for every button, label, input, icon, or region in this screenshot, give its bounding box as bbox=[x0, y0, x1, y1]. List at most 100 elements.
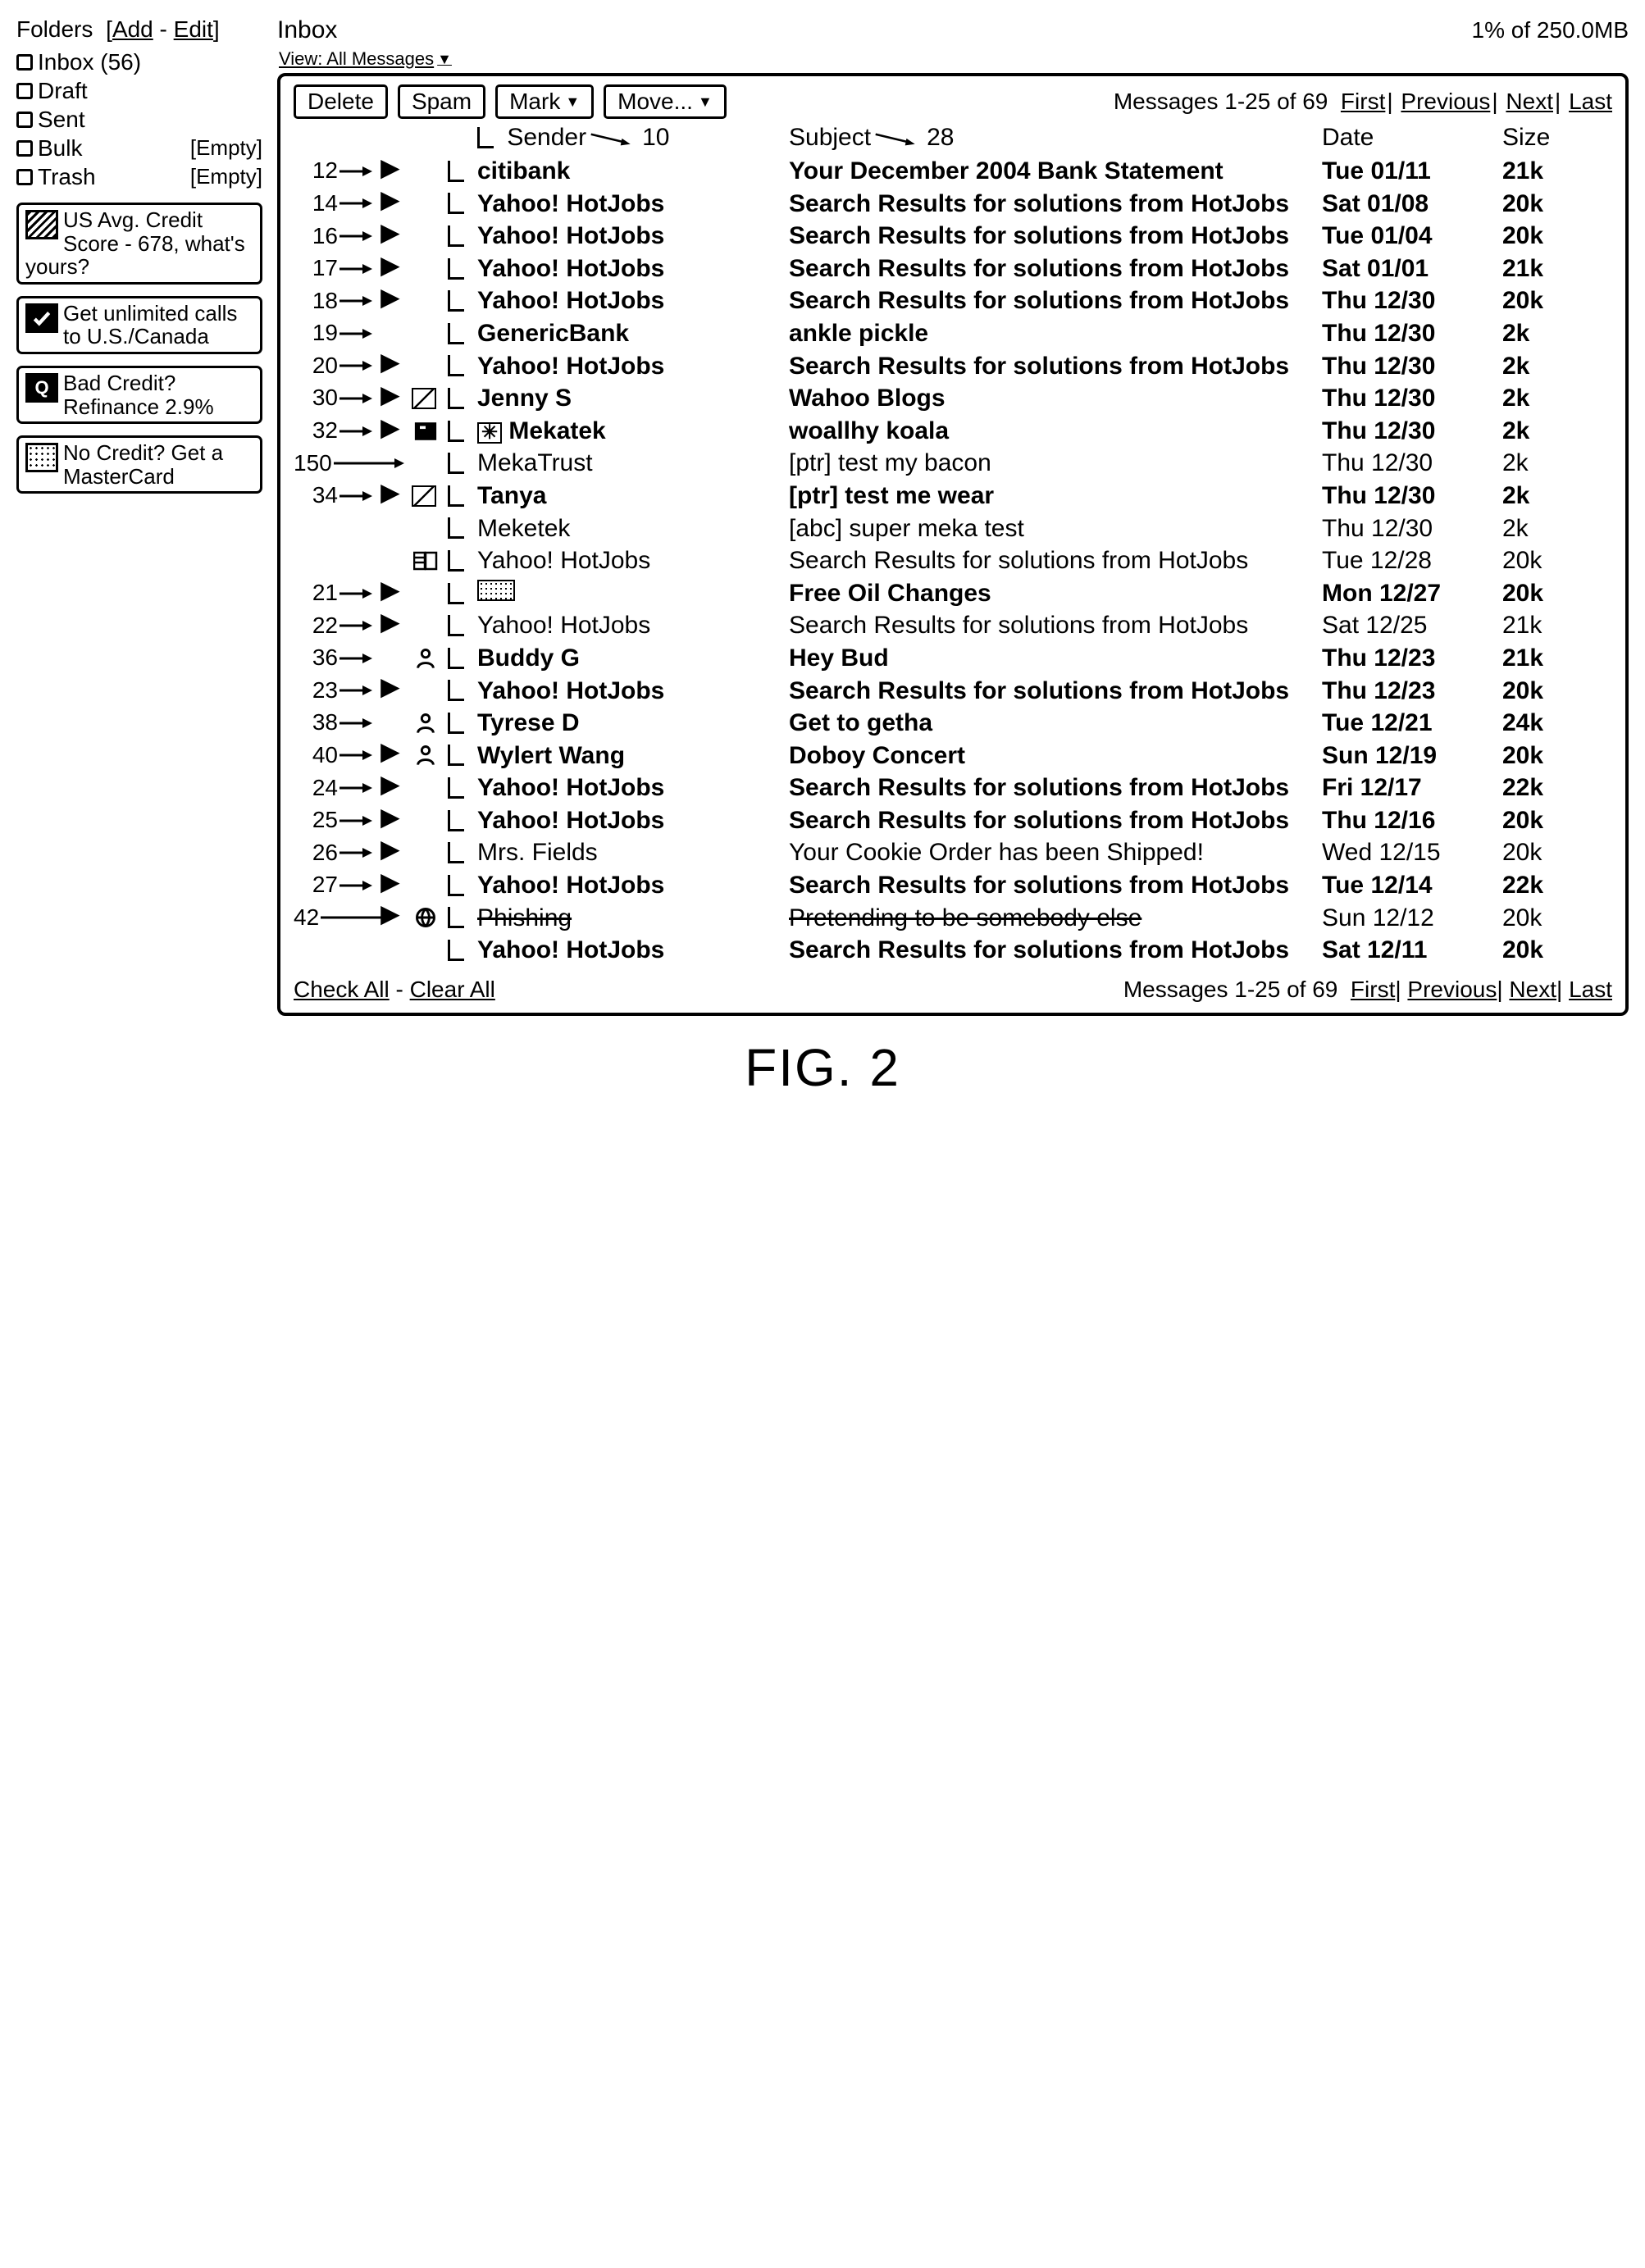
message-row[interactable]: Yahoo! HotJobsSearch Results for solutio… bbox=[294, 934, 1612, 967]
message-row[interactable]: 17Yahoo! HotJobsSearch Results for solut… bbox=[294, 253, 1612, 285]
move-button[interactable]: Move...▼ bbox=[604, 84, 727, 119]
message-subject: [ptr] test my bacon bbox=[789, 447, 1322, 480]
pager-first[interactable]: First bbox=[1341, 89, 1385, 114]
message-sender: Meketek bbox=[477, 512, 789, 545]
callout-number: 40 bbox=[294, 740, 376, 771]
message-row[interactable]: 23Yahoo! HotJobsSearch Results for solut… bbox=[294, 675, 1612, 708]
message-sender: Yahoo! HotJobs bbox=[477, 675, 789, 708]
folder-item[interactable]: Draft bbox=[16, 76, 262, 105]
sidebar-ad[interactable]: Get unlimited calls to U.S./Canada bbox=[16, 296, 262, 354]
sidebar-ad[interactable]: No Credit? Get a MasterCard bbox=[16, 435, 262, 494]
message-date: Sun 12/12 bbox=[1322, 902, 1502, 935]
message-row[interactable]: 12citibankYour December 2004 Bank Statem… bbox=[294, 155, 1612, 188]
message-date: Sat 12/25 bbox=[1322, 609, 1502, 642]
message-checkbox[interactable] bbox=[448, 550, 464, 572]
view-filter[interactable]: View: All Messages ▼ bbox=[279, 48, 452, 70]
folders-edit-link[interactable]: Edit bbox=[174, 16, 213, 42]
message-sender: Yahoo! HotJobs bbox=[477, 220, 789, 253]
folder-item[interactable]: Trash[Empty] bbox=[16, 162, 262, 191]
message-checkbox[interactable] bbox=[448, 323, 464, 344]
pager-prev[interactable]: Previous bbox=[1401, 89, 1490, 114]
folder-empty-link[interactable]: [Empty] bbox=[190, 163, 262, 190]
delete-button[interactable]: Delete bbox=[294, 84, 388, 119]
message-size: 20k bbox=[1502, 902, 1584, 935]
message-row[interactable]: 16Yahoo! HotJobsSearch Results for solut… bbox=[294, 220, 1612, 253]
pager-next[interactable]: Next bbox=[1509, 977, 1556, 1002]
message-checkbox[interactable] bbox=[448, 225, 464, 247]
message-row[interactable]: 14Yahoo! HotJobsSearch Results for solut… bbox=[294, 188, 1612, 221]
pager-last[interactable]: Last bbox=[1569, 89, 1612, 114]
flag-icon bbox=[376, 353, 403, 378]
header-checkbox[interactable] bbox=[477, 127, 494, 148]
message-row[interactable]: 24Yahoo! HotJobsSearch Results for solut… bbox=[294, 772, 1612, 804]
folder-item[interactable]: Sent bbox=[16, 105, 262, 134]
message-checkbox[interactable] bbox=[448, 777, 464, 799]
message-checkbox[interactable] bbox=[448, 680, 464, 701]
clear-all-link[interactable]: Clear All bbox=[410, 977, 495, 1002]
message-row[interactable]: Yahoo! HotJobsSearch Results for solutio… bbox=[294, 544, 1612, 577]
message-row[interactable]: 30Jenny SWahoo BlogsThu 12/302k bbox=[294, 382, 1612, 415]
message-checkbox[interactable] bbox=[448, 940, 464, 961]
message-checkbox[interactable] bbox=[448, 810, 464, 831]
chevron-down-icon: ▼ bbox=[565, 93, 580, 111]
folder-empty-link[interactable]: [Empty] bbox=[190, 134, 262, 162]
sidebar-ad[interactable]: US Avg. Credit Score - 678, what's yours… bbox=[16, 203, 262, 285]
message-row[interactable]: 21 Free Oil ChangesMon 12/2720k bbox=[294, 577, 1612, 610]
pager-prev[interactable]: Previous bbox=[1407, 977, 1497, 1002]
message-checkbox[interactable] bbox=[448, 875, 464, 896]
message-row[interactable]: 20Yahoo! HotJobsSearch Results for solut… bbox=[294, 350, 1612, 383]
folder-item[interactable]: Bulk[Empty] bbox=[16, 134, 262, 162]
message-checkbox[interactable] bbox=[448, 290, 464, 312]
message-sender: Tanya bbox=[477, 480, 789, 512]
message-row[interactable]: 150MekaTrust[ptr] test my baconThu 12/30… bbox=[294, 447, 1612, 480]
message-row[interactable]: 40Wylert WangDoboy ConcertSun 12/1920k bbox=[294, 740, 1612, 772]
message-row[interactable]: 27Yahoo! HotJobsSearch Results for solut… bbox=[294, 869, 1612, 902]
message-checkbox[interactable] bbox=[448, 517, 464, 539]
message-checkbox[interactable] bbox=[448, 161, 464, 182]
col-date[interactable]: Date bbox=[1322, 124, 1374, 151]
message-row[interactable]: 42PhishingPretending to be somebody else… bbox=[294, 902, 1612, 935]
pager-last[interactable]: Last bbox=[1569, 977, 1612, 1002]
message-sender: Yahoo! HotJobs bbox=[477, 253, 789, 285]
sidebar-ad[interactable]: QBad Credit? Refinance 2.9% bbox=[16, 366, 262, 424]
message-row[interactable]: 22Yahoo! HotJobsSearch Results for solut… bbox=[294, 609, 1612, 642]
message-row[interactable]: Meketek[abc] super meka testThu 12/302k bbox=[294, 512, 1612, 545]
message-checkbox[interactable] bbox=[448, 258, 464, 280]
col-subject[interactable]: Subject bbox=[789, 124, 871, 152]
message-checkbox[interactable] bbox=[448, 193, 464, 214]
pager-next[interactable]: Next bbox=[1506, 89, 1553, 114]
spam-button[interactable]: Spam bbox=[398, 84, 485, 119]
message-row[interactable]: 36Buddy GHey BudThu 12/2321k bbox=[294, 642, 1612, 675]
message-checkbox[interactable] bbox=[448, 842, 464, 863]
message-row[interactable]: 18Yahoo! HotJobsSearch Results for solut… bbox=[294, 285, 1612, 317]
message-checkbox[interactable] bbox=[448, 907, 464, 928]
callout-number: 14 bbox=[294, 189, 376, 219]
folder-item[interactable]: Inbox (56) bbox=[16, 48, 262, 76]
col-sender[interactable]: Sender bbox=[507, 124, 586, 152]
message-row[interactable]: 38Tyrese DGet to gethaTue 12/2124k bbox=[294, 707, 1612, 740]
message-checkbox[interactable] bbox=[448, 421, 464, 442]
message-date: Thu 12/30 bbox=[1322, 512, 1502, 545]
message-checkbox[interactable] bbox=[448, 453, 464, 474]
col-size[interactable]: Size bbox=[1502, 124, 1550, 151]
message-row[interactable]: 26Mrs. FieldsYour Cookie Order has been … bbox=[294, 836, 1612, 869]
message-checkbox[interactable] bbox=[448, 648, 464, 669]
message-row[interactable]: 19GenericBankankle pickleThu 12/302k bbox=[294, 317, 1612, 350]
message-row[interactable]: 32✳ Mekatekwoallhy koalaThu 12/302k bbox=[294, 415, 1612, 448]
message-checkbox[interactable] bbox=[448, 355, 464, 376]
message-checkbox[interactable] bbox=[448, 388, 464, 409]
mark-button[interactable]: Mark▼ bbox=[495, 84, 594, 119]
folders-add-link[interactable]: Add bbox=[112, 16, 153, 42]
callout-subject: 28 bbox=[927, 124, 954, 152]
check-all-link[interactable]: Check All bbox=[294, 977, 390, 1002]
message-row[interactable]: 25Yahoo! HotJobsSearch Results for solut… bbox=[294, 804, 1612, 837]
message-row[interactable]: 34Tanya[ptr] test me wearThu 12/302k bbox=[294, 480, 1612, 512]
message-size: 21k bbox=[1502, 155, 1584, 188]
message-checkbox[interactable] bbox=[448, 745, 464, 766]
message-checkbox[interactable] bbox=[448, 485, 464, 507]
message-checkbox[interactable] bbox=[448, 583, 464, 604]
message-checkbox[interactable] bbox=[448, 713, 464, 734]
pager-first[interactable]: First bbox=[1351, 977, 1395, 1002]
folder-icon bbox=[16, 54, 33, 71]
message-checkbox[interactable] bbox=[448, 615, 464, 636]
